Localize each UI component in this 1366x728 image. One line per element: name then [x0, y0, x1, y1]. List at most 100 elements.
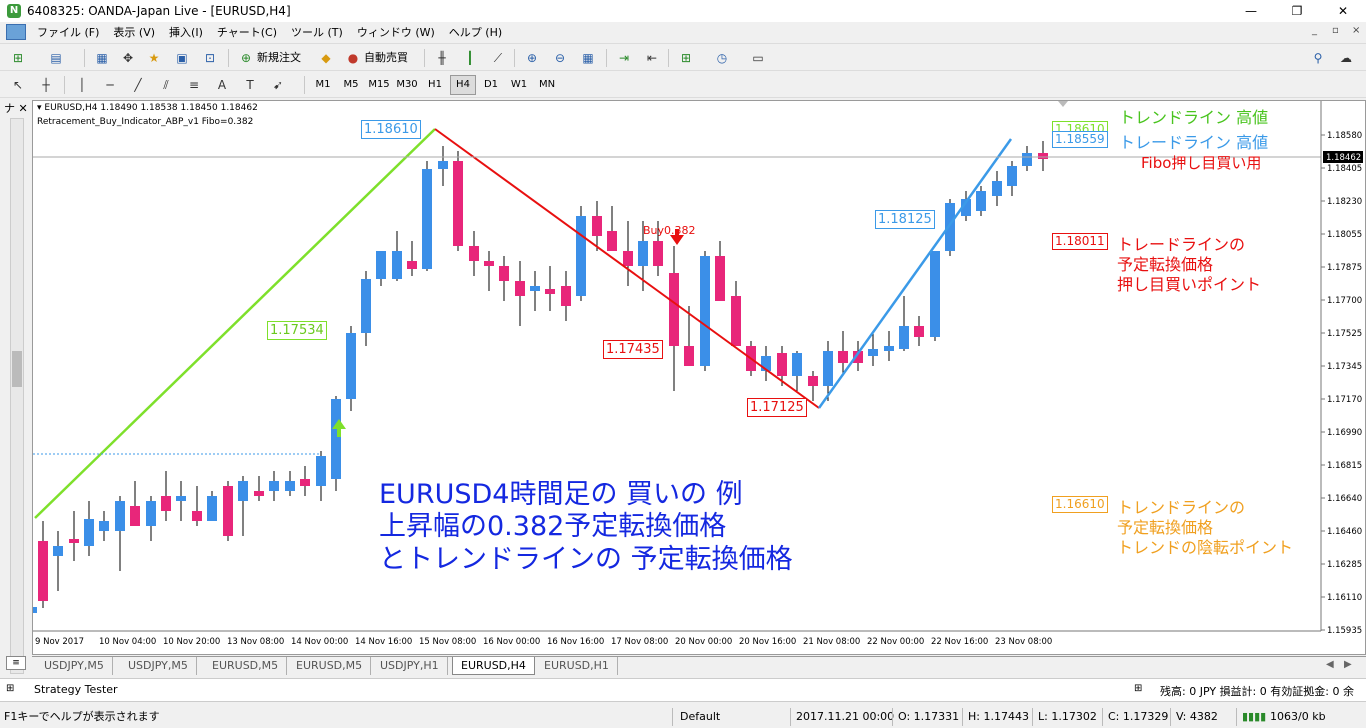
chart-shift-icon[interactable]: ⇤ — [642, 48, 662, 68]
chart-tab[interactable]: USDJPY,M5 — [36, 657, 113, 675]
candle-body — [269, 481, 279, 491]
doc-minimize-button[interactable]: _ — [1312, 25, 1317, 36]
new-order-icon[interactable]: ⊕ — [236, 48, 256, 68]
tf-h4[interactable]: H4 — [450, 75, 476, 95]
candle-body — [976, 191, 986, 211]
templates-icon[interactable]: ▭ — [748, 48, 768, 68]
time-tick-label: 13 Nov 08:00 — [227, 637, 284, 647]
arrows-icon[interactable]: ➹ — [268, 75, 288, 95]
tile-windows-icon[interactable]: ▦ — [578, 48, 598, 68]
metaeditor-icon[interactable]: ◆ — [316, 48, 336, 68]
line-chart-icon[interactable]: ⟋ — [488, 48, 508, 68]
tabs-scroll-right-icon[interactable]: ▶ — [1344, 659, 1352, 670]
fibo-icon[interactable]: ≡ — [184, 75, 204, 95]
menu-view[interactable]: 表示 (V) — [106, 24, 162, 40]
zoom-in-icon[interactable]: ⊕ — [522, 48, 542, 68]
vertical-line-icon[interactable]: │ — [72, 75, 92, 95]
chart-tab[interactable]: EURUSD,M5 — [288, 657, 372, 675]
chart-tab[interactable]: USDJPY,H1 — [372, 657, 448, 675]
profiles-icon[interactable]: ▤ — [46, 48, 66, 68]
trendline-icon[interactable]: ╱ — [128, 75, 148, 95]
candle-body — [176, 496, 186, 501]
panel-scrollbar[interactable] — [10, 118, 24, 674]
close-button[interactable]: ✕ — [1320, 0, 1366, 22]
candle-body — [930, 251, 940, 337]
price-tick-label: 1.15935 — [1327, 626, 1362, 636]
crosshair-icon[interactable]: ┼ — [36, 75, 56, 95]
standard-toolbar: ⊞ ▤ ▦ ✥ ★ ▣ ⊡ ⊕ 新規注文 ◆ ● 自動売買 ╫ ┃ ⟋ ⊕ ⊖ … — [0, 43, 1366, 71]
candle-body — [623, 251, 633, 266]
tf-m15[interactable]: M15 — [366, 75, 392, 95]
menu-window[interactable]: ウィンドウ (W) — [350, 24, 442, 40]
periods-icon[interactable]: ◷ — [712, 48, 732, 68]
panel-close-icon[interactable]: ナ ✕ — [4, 100, 28, 116]
data-window-icon[interactable]: ✥ — [118, 48, 138, 68]
maximize-button[interactable]: ❐ — [1274, 0, 1320, 22]
auto-trading-button[interactable]: 自動売買 — [364, 48, 408, 68]
tf-m1[interactable]: M1 — [310, 75, 336, 95]
tabs-menu-icon[interactable]: ≡ — [6, 656, 26, 670]
chart-tab-active[interactable]: EURUSD,H4 — [452, 657, 535, 675]
status-low: L: 1.17302 — [1038, 710, 1097, 723]
terminal-expand-icon[interactable]: ⊞ — [6, 683, 14, 694]
horizontal-line-icon[interactable]: ─ — [100, 75, 120, 95]
new-order-button[interactable]: 新規注文 — [257, 48, 301, 68]
text-icon[interactable]: A — [212, 75, 232, 95]
time-tick-label: 9 Nov 2017 — [35, 637, 84, 647]
menu-insert[interactable]: 挿入(I) — [162, 24, 210, 40]
tf-d1[interactable]: D1 — [478, 75, 504, 95]
chat-icon[interactable]: ☁ — [1336, 48, 1356, 68]
annotation-main-2: 上昇幅の0.382予定転換価格 — [379, 511, 727, 542]
indicators-icon[interactable]: ⊞ — [676, 48, 696, 68]
auto-trading-icon[interactable]: ● — [343, 48, 363, 68]
window-title: 6408325: OANDA-Japan Live - [EURUSD,H4] — [27, 4, 291, 18]
menu-chart[interactable]: チャート(C) — [210, 24, 284, 40]
price-label-red-1: 1.17435 — [603, 340, 663, 359]
chart-header-ohlc: EURUSD,H4 1.18490 1.18538 1.18450 1.1846… — [44, 103, 258, 113]
scrollbar-thumb[interactable] — [12, 351, 22, 387]
navigator-icon[interactable]: ★ — [144, 48, 164, 68]
left-edge-marker — [33, 607, 37, 613]
candle-body — [392, 251, 402, 279]
cursor-icon[interactable]: ↖ — [8, 75, 28, 95]
text-label-icon[interactable]: T — [240, 75, 260, 95]
chart-tab[interactable]: EURUSD,M5 — [204, 657, 288, 675]
bar-chart-icon[interactable]: ╫ — [432, 48, 452, 68]
price-tick-label: 1.18055 — [1327, 230, 1362, 240]
candle-body — [653, 241, 663, 266]
tf-mn[interactable]: MN — [534, 75, 560, 95]
chart-tab[interactable]: EURUSD,H1 — [536, 657, 618, 675]
channel-icon[interactable]: ⫽ — [156, 75, 176, 95]
menu-tools[interactable]: ツール (T) — [284, 24, 350, 40]
doc-close-button[interactable]: × — [1352, 25, 1360, 36]
candlestick-icon[interactable]: ┃ — [460, 48, 480, 68]
tf-m30[interactable]: M30 — [394, 75, 420, 95]
time-tick-label: 20 Nov 16:00 — [739, 637, 796, 647]
autoscroll-icon[interactable]: ⇥ — [614, 48, 634, 68]
candle-body — [346, 333, 356, 399]
time-tick-label: 22 Nov 00:00 — [867, 637, 924, 647]
minimize-button[interactable]: — — [1228, 0, 1274, 22]
search-icon[interactable]: ⚲ — [1308, 48, 1328, 68]
menu-help[interactable]: ヘルプ (H) — [442, 24, 509, 40]
market-watch-icon[interactable]: ▦ — [92, 48, 112, 68]
drawing-toolbar: ↖ ┼ │ ─ ╱ ⫽ ≡ A T ➹ M1 M5 M15 M30 H1 H4 … — [0, 72, 1366, 98]
strategy-tester-icon[interactable]: ⊡ — [200, 48, 220, 68]
tf-m5[interactable]: M5 — [338, 75, 364, 95]
chart-area[interactable]: 1.18580 1.18405 1.18230 1.18055 1.17875 1.177… — [32, 100, 1366, 655]
menu-file[interactable]: ファイル (F) — [30, 24, 106, 40]
zoom-out-icon[interactable]: ⊖ — [550, 48, 570, 68]
blue-tradeline — [817, 138, 1013, 409]
chart-tab[interactable]: USDJPY,M5 — [120, 657, 197, 675]
tf-h1[interactable]: H1 — [422, 75, 448, 95]
time-tick-label: 21 Nov 08:00 — [803, 637, 860, 647]
candle-body — [499, 266, 509, 281]
account-expand-icon[interactable]: ⊞ — [1134, 683, 1142, 694]
strategy-tester-tab[interactable]: Strategy Tester — [34, 683, 118, 696]
new-chart-icon[interactable]: ⊞ — [8, 48, 28, 68]
time-tick-label: 20 Nov 00:00 — [675, 637, 732, 647]
terminal-icon[interactable]: ▣ — [172, 48, 192, 68]
doc-restore-button[interactable]: ▫ — [1332, 25, 1339, 36]
tf-w1[interactable]: W1 — [506, 75, 532, 95]
tabs-scroll-left-icon[interactable]: ◀ — [1326, 659, 1334, 670]
